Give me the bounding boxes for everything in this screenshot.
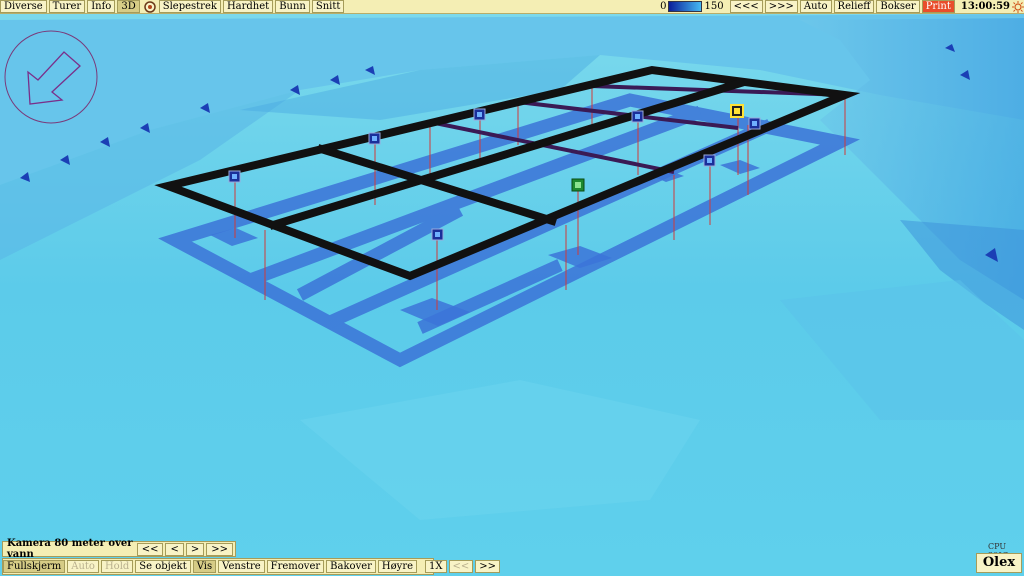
auto-button[interactable]: Auto xyxy=(799,0,832,13)
forward-button[interactable]: Fremover xyxy=(266,560,325,573)
see-object-button[interactable]: Se objekt xyxy=(135,560,191,573)
left-button[interactable]: Venstre xyxy=(218,560,265,573)
speed-button[interactable]: 1X xyxy=(425,560,447,573)
bottom-toolbar: Fullskjerm Auto Hold Se objekt Vis Venst… xyxy=(2,558,501,575)
relief-button[interactable]: Relieff xyxy=(833,0,875,13)
marker-selected-green[interactable] xyxy=(571,178,585,192)
camera-forward-button[interactable]: > xyxy=(185,542,205,556)
marker[interactable] xyxy=(431,228,444,241)
menu-turer[interactable]: Turer xyxy=(48,0,86,13)
marker[interactable] xyxy=(473,108,486,121)
menu-snitt[interactable]: Snitt xyxy=(311,0,345,13)
menu-3d[interactable]: 3D xyxy=(117,0,140,13)
menu-bunn[interactable]: Bunn xyxy=(275,0,310,13)
camera-label: Kamera 80 meter over vann xyxy=(7,538,133,560)
marker[interactable] xyxy=(228,170,241,183)
marker-selected-yellow[interactable] xyxy=(730,104,744,118)
fullscreen-button[interactable]: Fullskjerm xyxy=(3,560,66,573)
sun-icon[interactable] xyxy=(1012,0,1024,13)
target-icon[interactable] xyxy=(143,0,156,13)
marker[interactable] xyxy=(631,110,644,123)
speed-down-button[interactable]: << xyxy=(448,560,474,573)
depth-scale: 0 150 xyxy=(660,1,724,12)
menu-slepestrek[interactable]: Slepestrek xyxy=(158,0,221,13)
nav-back-button[interactable]: <<< xyxy=(729,0,763,13)
marker[interactable] xyxy=(703,154,716,167)
nav-forward-button[interactable]: >>> xyxy=(764,0,798,13)
marker[interactable] xyxy=(368,132,381,145)
print-button[interactable]: Print xyxy=(921,0,955,13)
camera-fast-forward-button[interactable]: >> xyxy=(206,542,233,556)
camera-fast-back-button[interactable]: << xyxy=(136,542,164,556)
marker[interactable] xyxy=(748,117,761,130)
camera-panel: Kamera 80 meter over vann << < > >> xyxy=(2,538,236,560)
right-button[interactable]: Høyre xyxy=(377,560,418,573)
menu-diverse[interactable]: Diverse xyxy=(0,0,47,13)
hold-button[interactable]: Hold xyxy=(100,560,134,573)
backward-button[interactable]: Bakover xyxy=(326,560,376,573)
speed-up-button[interactable]: >> xyxy=(475,560,501,573)
auto-button-bottom[interactable]: Auto xyxy=(67,560,99,573)
show-button[interactable]: Vis xyxy=(192,560,217,573)
scale-gradient xyxy=(668,1,703,12)
top-toolbar: Diverse Turer Info 3D Slepestrek Hardhet… xyxy=(0,0,1024,14)
boxes-button[interactable]: Bokser xyxy=(876,0,920,13)
scale-max: 150 xyxy=(704,1,724,12)
camera-back-button[interactable]: < xyxy=(165,542,184,556)
seabed-3d-view[interactable] xyxy=(0,0,1024,576)
clock: 13:00:59 xyxy=(960,1,1010,12)
olex-logo[interactable]: Olex xyxy=(976,553,1022,573)
menu-info[interactable]: Info xyxy=(87,0,116,13)
menu-hardhet[interactable]: Hardhet xyxy=(222,0,274,13)
scale-min: 0 xyxy=(660,1,667,12)
